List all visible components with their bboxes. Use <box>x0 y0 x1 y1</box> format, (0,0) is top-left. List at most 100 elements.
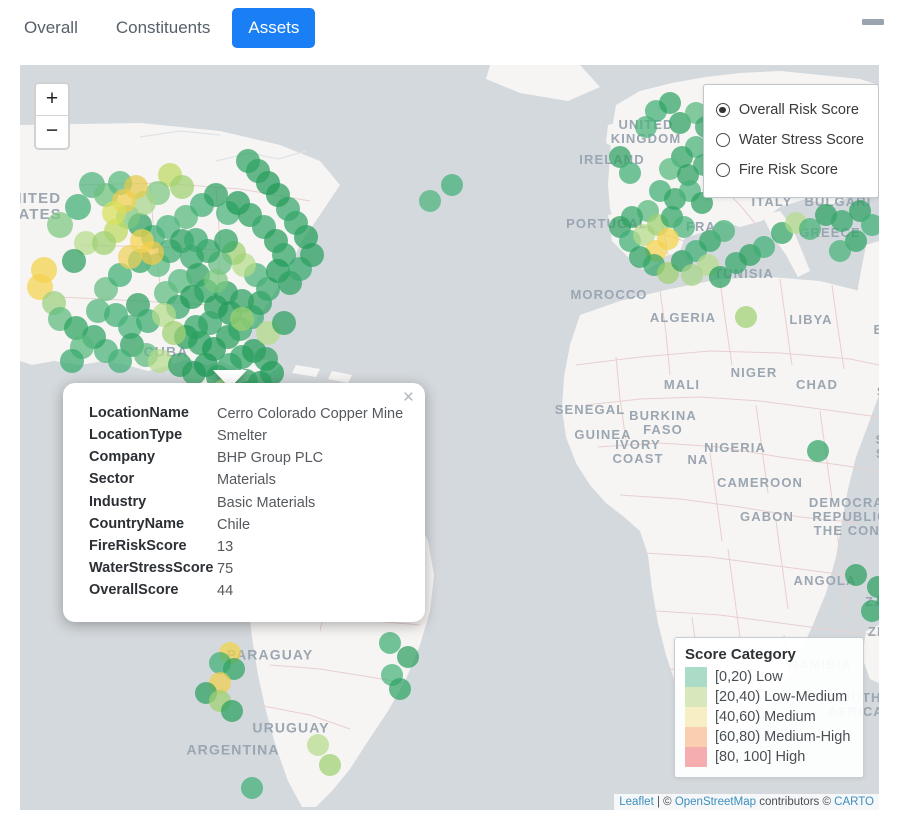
legend-title: Score Category <box>685 646 796 663</box>
map-marker[interactable] <box>184 228 208 252</box>
asset-detail-row: WaterStressScore 75 <box>89 560 407 582</box>
legend-label: [80, 100] High <box>715 749 806 765</box>
radio-water-stress-score[interactable]: Water Stress Score <box>715 125 864 155</box>
radio-label: Overall Risk Score <box>738 102 859 118</box>
map-marker[interactable] <box>659 92 681 114</box>
map-marker[interactable] <box>713 220 735 242</box>
legend-swatch <box>685 727 707 747</box>
asset-field-value: Chile <box>217 516 251 533</box>
asset-field-key: OverallScore <box>89 582 179 598</box>
legend-item: [40,60) Medium <box>685 707 853 727</box>
map-marker[interactable] <box>619 162 641 184</box>
asset-field-value: 44 <box>217 583 234 599</box>
map-marker[interactable] <box>170 175 194 199</box>
map-marker[interactable] <box>441 174 463 196</box>
map-marker[interactable] <box>829 240 851 262</box>
map-marker[interactable] <box>92 231 116 255</box>
asset-detail-table: LocationName Cerro Colorado Copper Mine Lo… <box>89 405 407 604</box>
map-attribution: Leaflet | © OpenStreetMap contributors ©… <box>614 794 879 810</box>
asset-field-key: Company <box>89 449 156 466</box>
asset-field-value: 13 <box>217 538 234 555</box>
legend: Score Category [0,20) Low [20,40) Low-Med… <box>674 637 864 778</box>
radio-icon <box>715 163 730 177</box>
tab-overall[interactable]: Overall <box>8 8 94 48</box>
attribution-mid: contributors © <box>756 796 835 808</box>
openstreetmap-link[interactable]: OpenStreetMap <box>675 796 756 808</box>
map-marker[interactable] <box>230 307 254 331</box>
tab-constituents[interactable]: Constituents <box>100 8 227 48</box>
map-marker[interactable] <box>272 311 296 335</box>
risk-score-selector[interactable]: Overall Risk Score Water Stress Score Fi… <box>702 84 879 198</box>
minimize-button[interactable] <box>862 19 884 25</box>
radio-overall-risk-score[interactable]: Overall Risk Score <box>715 95 864 125</box>
asset-field-key: Industry <box>89 493 147 510</box>
map-marker[interactable] <box>635 116 657 138</box>
map-marker[interactable] <box>845 564 867 586</box>
asset-field-key: Sector <box>89 471 135 488</box>
asset-detail-popup: × LocationName Cerro Colorado Copper Mine… <box>63 383 425 623</box>
map-marker[interactable] <box>397 646 419 668</box>
tab-bar: Overall Constituents Assets <box>0 0 900 56</box>
legend-swatch <box>685 667 707 687</box>
map-marker[interactable] <box>419 190 441 212</box>
map-marker[interactable] <box>861 600 879 622</box>
map-marker[interactable] <box>62 249 86 273</box>
zoom-control[interactable]: + − <box>34 82 70 150</box>
asset-field-key: WaterStressScore <box>89 559 214 576</box>
map-marker[interactable] <box>214 229 238 253</box>
map-marker[interactable] <box>221 700 243 722</box>
asset-field-value: 75 <box>217 560 234 577</box>
asset-detail-row: LocationName Cerro Colorado Copper Mine <box>89 405 407 427</box>
asset-detail-row: OverallScore 44 <box>89 582 407 604</box>
map-marker[interactable] <box>60 349 84 373</box>
asset-detail-row: Sector Materials <box>89 471 407 493</box>
close-icon[interactable]: × <box>403 388 414 407</box>
leaflet-link[interactable]: Leaflet <box>619 796 654 808</box>
legend-item: [60,80) Medium-High <box>685 727 853 747</box>
map-marker[interactable] <box>319 754 341 776</box>
legend-item: [0,20) Low <box>685 667 853 687</box>
asset-field-value: Smelter <box>217 428 267 445</box>
legend-label: [60,80) Medium-High <box>715 729 851 745</box>
asset-detail-row: LocationType Smelter <box>89 427 407 449</box>
asset-field-key: LocationType <box>89 427 183 444</box>
legend-item: [20,40) Low-Medium <box>685 687 853 707</box>
map-marker[interactable] <box>307 734 329 756</box>
asset-field-key: FireRiskScore <box>89 537 187 554</box>
asset-field-value: Cerro Colorado Copper Mine <box>217 406 404 422</box>
radio-fire-risk-score[interactable]: Fire Risk Score <box>715 155 864 185</box>
asset-detail-row: Company BHP Group PLC <box>89 449 407 471</box>
map-marker[interactable] <box>236 149 260 173</box>
map-marker[interactable] <box>389 678 411 700</box>
asset-field-value: BHP Group PLC <box>217 450 324 467</box>
legend-label: [40,60) Medium <box>715 709 816 725</box>
asset-field-key: CountryName <box>89 515 185 532</box>
tab-assets[interactable]: Assets <box>232 8 316 48</box>
map-marker[interactable] <box>162 321 186 345</box>
asset-field-key: LocationName <box>89 405 189 421</box>
map-marker[interactable] <box>753 236 775 258</box>
asset-field-value: Materials <box>217 472 276 489</box>
radio-label: Fire Risk Score <box>738 162 838 178</box>
map-canvas[interactable]: UNITED STATESCUBAPARAGUAYURUGUAYARGENTIN… <box>20 65 879 810</box>
map-marker[interactable] <box>118 245 142 269</box>
zoom-in-button[interactable]: + <box>36 84 68 116</box>
carto-link[interactable]: CARTO <box>834 796 874 808</box>
asset-field-value: Basic Materials <box>217 494 316 511</box>
legend-rows: [0,20) Low [20,40) Low-Medium [40,60) Medi… <box>685 667 853 767</box>
map-marker[interactable] <box>204 269 228 293</box>
map-marker[interactable] <box>241 777 263 799</box>
map-marker[interactable] <box>102 201 126 225</box>
map-marker[interactable] <box>735 306 757 328</box>
zoom-out-button[interactable]: − <box>36 116 68 148</box>
map-marker[interactable] <box>681 264 703 286</box>
legend-label: [20,40) Low-Medium <box>715 689 848 705</box>
legend-item: [80, 100] High <box>685 747 853 767</box>
map-marker[interactable] <box>807 440 829 462</box>
attribution-sep: | © <box>653 796 675 808</box>
legend-swatch <box>685 687 707 707</box>
map-marker[interactable] <box>65 194 91 220</box>
radio-icon <box>715 133 730 147</box>
radio-icon <box>715 103 730 117</box>
asset-detail-row: Industry Basic Materials <box>89 494 407 516</box>
